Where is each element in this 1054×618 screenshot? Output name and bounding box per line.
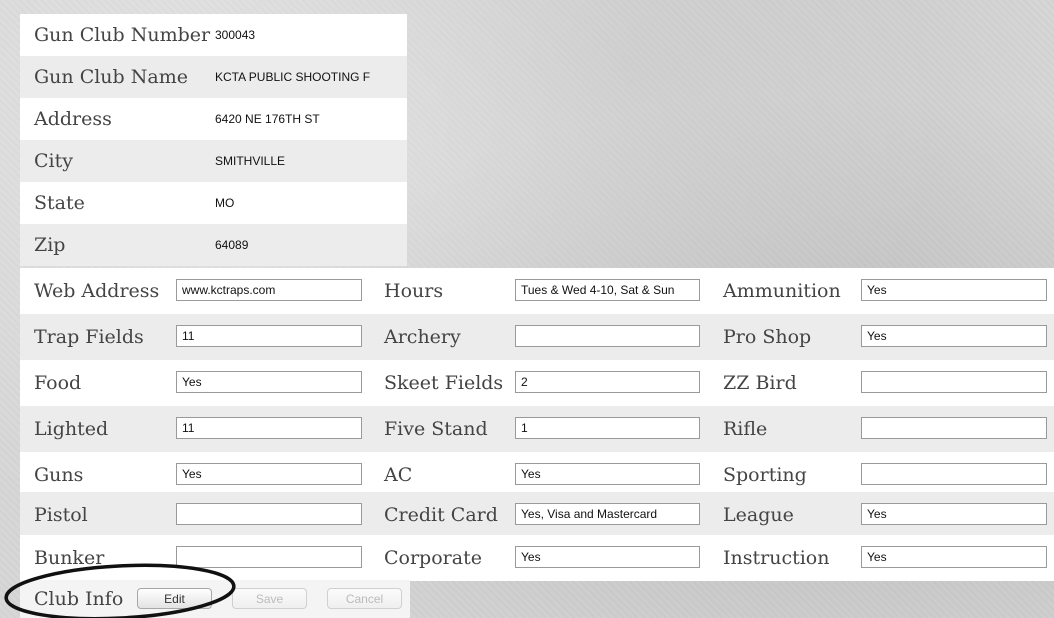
ammunition-field[interactable]: Yes [861, 279, 1047, 301]
field-label: League [723, 504, 794, 526]
info-value: SMITHVILLE [215, 154, 286, 168]
instruction-field[interactable]: Yes [861, 546, 1047, 568]
field-label: Five Stand [384, 418, 488, 440]
skeet-fields-field[interactable]: 2 [515, 371, 700, 393]
info-row: Zip 64089 [20, 224, 407, 266]
archery-field[interactable] [515, 325, 700, 347]
info-row: State MO [20, 182, 407, 224]
annotation-ellipse [4, 563, 236, 618]
rifle-field[interactable] [861, 417, 1047, 439]
credit-card-field[interactable]: Yes, Visa and Mastercard [515, 503, 700, 525]
sporting-field[interactable] [861, 463, 1047, 485]
info-label: State [34, 192, 85, 214]
field-label: Ammunition [723, 280, 841, 302]
info-label: Zip [34, 234, 66, 256]
lighted-field[interactable]: 11 [176, 417, 362, 439]
field-label: Rifle [723, 418, 768, 440]
ac-field[interactable]: Yes [515, 463, 700, 485]
info-value: MO [215, 196, 235, 210]
info-label: Gun Club Number [34, 24, 211, 46]
hours-field[interactable]: Tues & Wed 4-10, Sat & Sun [515, 279, 700, 301]
info-label: Address [34, 108, 112, 130]
info-row: Gun Club Name KCTA PUBLIC SHOOTING F [20, 56, 407, 98]
pro-shop-field[interactable]: Yes [861, 325, 1047, 347]
field-label: Web Address [34, 280, 160, 302]
field-label: Instruction [723, 547, 830, 569]
details-row: Food Yes Skeet Fields 2 ZZ Bird [20, 360, 1054, 406]
details-row: Pistol Credit Card Yes, Visa and Masterc… [20, 492, 1054, 538]
info-value: 6420 NE 176TH ST [215, 112, 320, 126]
field-label: Trap Fields [34, 326, 144, 348]
info-row: Address 6420 NE 176TH ST [20, 98, 407, 140]
details-row: Web Address www.kctraps.com Hours Tues &… [20, 268, 1054, 314]
field-label: Pistol [34, 504, 88, 526]
field-label: Credit Card [384, 504, 498, 526]
info-value: KCTA PUBLIC SHOOTING F [215, 70, 371, 84]
info-value: 300043 [215, 28, 256, 42]
field-label: Hours [384, 280, 444, 302]
field-label: Food [34, 372, 82, 394]
guns-field[interactable]: Yes [176, 463, 362, 485]
zz-bird-field[interactable] [861, 371, 1047, 393]
food-field[interactable]: Yes [176, 371, 362, 393]
corporate-field[interactable]: Yes [515, 546, 700, 568]
field-label: Archery [384, 326, 461, 348]
info-row: City SMITHVILLE [20, 140, 407, 182]
field-label: Skeet Fields [384, 372, 504, 394]
details-row: Trap Fields 11 Archery Pro Shop Yes [20, 314, 1054, 360]
field-label: Pro Shop [723, 326, 812, 348]
field-label: Lighted [34, 418, 109, 440]
info-row: Gun Club Number 300043 [20, 14, 407, 56]
league-field[interactable]: Yes [861, 503, 1047, 525]
web-address-field[interactable]: www.kctraps.com [176, 279, 362, 301]
five-stand-field[interactable]: 1 [515, 417, 700, 439]
field-label: Corporate [384, 547, 482, 569]
field-label: ZZ Bird [723, 372, 797, 394]
details-row: Lighted 11 Five Stand 1 Rifle [20, 406, 1054, 452]
info-label: City [34, 150, 73, 172]
pistol-field[interactable] [176, 503, 362, 525]
trap-fields-field[interactable]: 11 [176, 325, 362, 347]
info-label: Gun Club Name [34, 66, 188, 88]
cancel-button[interactable]: Cancel [327, 588, 402, 609]
club-info-table: Gun Club Number 300043 Gun Club Name KCT… [20, 14, 407, 266]
info-value: 64089 [215, 238, 249, 252]
